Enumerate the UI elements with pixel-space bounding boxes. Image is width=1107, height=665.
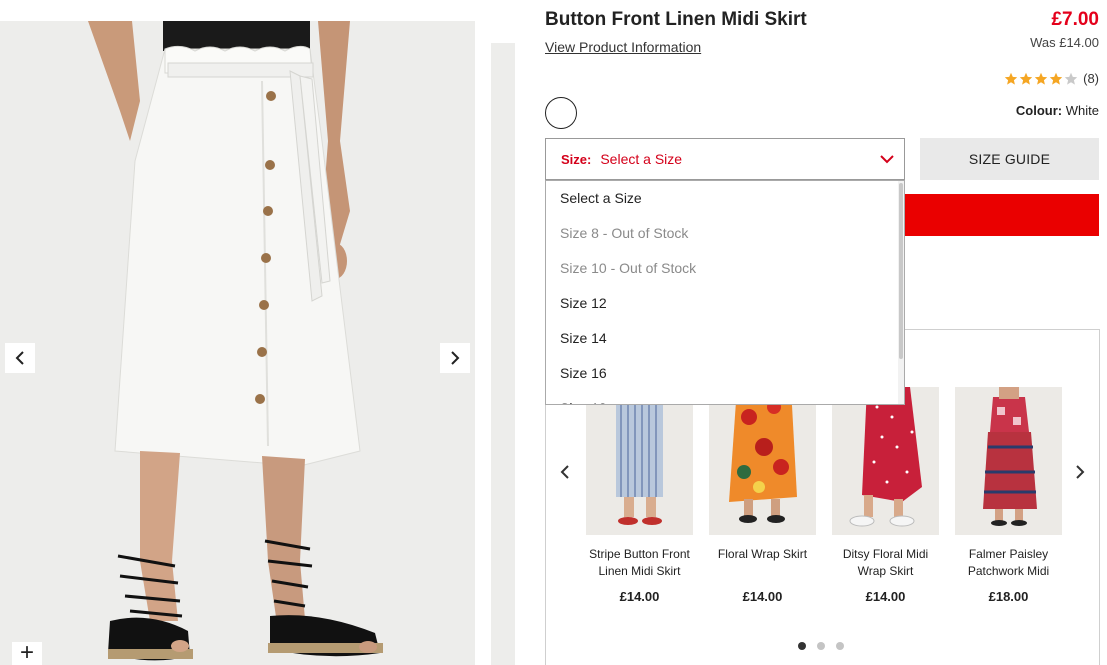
next-image-preview bbox=[491, 43, 515, 665]
size-option[interactable]: Size 8 - Out of Stock bbox=[546, 216, 904, 251]
product-image-gallery[interactable] bbox=[0, 21, 475, 665]
star-icon bbox=[1004, 72, 1018, 85]
related-product-name: Stripe Button Front Linen Midi Skirt bbox=[589, 547, 690, 578]
related-product-card[interactable]: Floral Wrap Skirt £14.00 bbox=[709, 387, 816, 604]
chevron-left-icon bbox=[15, 351, 24, 365]
related-product-name: Ditsy Floral Midi Wrap Skirt bbox=[842, 547, 929, 578]
dropdown-scrollbar[interactable] bbox=[898, 181, 904, 404]
size-option[interactable]: Size 18 bbox=[546, 391, 904, 404]
related-product-price: £14.00 bbox=[742, 589, 783, 604]
view-product-information-link[interactable]: View Product Information bbox=[545, 39, 701, 55]
product-rating[interactable]: (8) bbox=[1004, 71, 1099, 86]
related-product-image bbox=[832, 387, 939, 535]
zoom-button[interactable]: + bbox=[12, 639, 42, 665]
related-product-image bbox=[709, 387, 816, 535]
chevron-down-icon bbox=[880, 155, 894, 164]
size-guide-button[interactable]: SIZE GUIDE bbox=[920, 138, 1099, 180]
product-title: Button Front Linen Midi Skirt bbox=[545, 9, 807, 30]
size-option[interactable]: Size 10 - Out of Stock bbox=[546, 251, 904, 286]
size-dropdown-list[interactable]: Select a Size Size 8 - Out of Stock Size 1… bbox=[545, 180, 905, 405]
size-option[interactable]: Size 16 bbox=[546, 356, 904, 391]
carousel-pagination bbox=[798, 642, 844, 650]
size-option[interactable]: Size 14 bbox=[546, 321, 904, 356]
related-product-price: £14.00 bbox=[619, 589, 660, 604]
plus-icon: + bbox=[19, 639, 34, 665]
star-icon bbox=[1034, 72, 1048, 85]
size-select-value: Select a Size bbox=[600, 151, 683, 167]
related-product-image bbox=[955, 387, 1062, 535]
size-select-label: Size: bbox=[561, 151, 592, 167]
related-product-card[interactable]: Ditsy Floral Midi Wrap Skirt £14.00 bbox=[832, 387, 939, 604]
colour-label: Colour: bbox=[1015, 103, 1063, 118]
related-product-price: £18.00 bbox=[988, 589, 1029, 604]
rating-stars bbox=[1004, 72, 1078, 86]
product-price: £7.00 bbox=[1051, 9, 1099, 30]
pagination-dot[interactable] bbox=[798, 642, 806, 650]
pagination-dot[interactable] bbox=[836, 642, 844, 650]
gallery-prev-button[interactable] bbox=[5, 343, 35, 373]
star-icon bbox=[1049, 72, 1063, 85]
size-option[interactable]: Size 12 bbox=[546, 286, 904, 321]
pagination-dot[interactable] bbox=[817, 642, 825, 650]
carousel-prev-button[interactable] bbox=[555, 460, 575, 484]
related-product-card[interactable]: Stripe Button Front Linen Midi Skirt £14… bbox=[586, 387, 693, 604]
product-photo bbox=[88, 21, 383, 661]
carousel-next-button[interactable] bbox=[1070, 460, 1090, 484]
size-options: Select a Size Size 8 - Out of Stock Size 1… bbox=[546, 181, 904, 404]
star-icon bbox=[1064, 72, 1078, 85]
chevron-right-icon bbox=[451, 351, 460, 365]
size-select[interactable]: Size: Select a Size bbox=[545, 138, 905, 180]
size-option[interactable]: Select a Size bbox=[546, 181, 904, 216]
related-product-price: £14.00 bbox=[865, 589, 906, 604]
colour-value: White bbox=[1065, 103, 1099, 118]
chevron-right-icon bbox=[1076, 465, 1085, 479]
related-product-card[interactable]: Falmer Paisley Patchwork Midi £18.00 bbox=[955, 387, 1062, 604]
related-product-image bbox=[586, 387, 693, 535]
star-icon bbox=[1019, 72, 1033, 85]
gallery-next-button[interactable] bbox=[440, 343, 470, 373]
chevron-left-icon bbox=[560, 465, 569, 479]
colour-swatch-white[interactable] bbox=[545, 97, 577, 129]
review-count: (8) bbox=[1083, 71, 1099, 86]
was-price: Was £14.00 bbox=[1030, 35, 1099, 50]
dropdown-scrollbar-thumb[interactable] bbox=[899, 183, 903, 359]
related-product-name: Falmer Paisley Patchwork Midi bbox=[967, 547, 1050, 578]
colour-display: Colour: White bbox=[1016, 103, 1099, 118]
related-product-name: Floral Wrap Skirt bbox=[717, 547, 808, 561]
